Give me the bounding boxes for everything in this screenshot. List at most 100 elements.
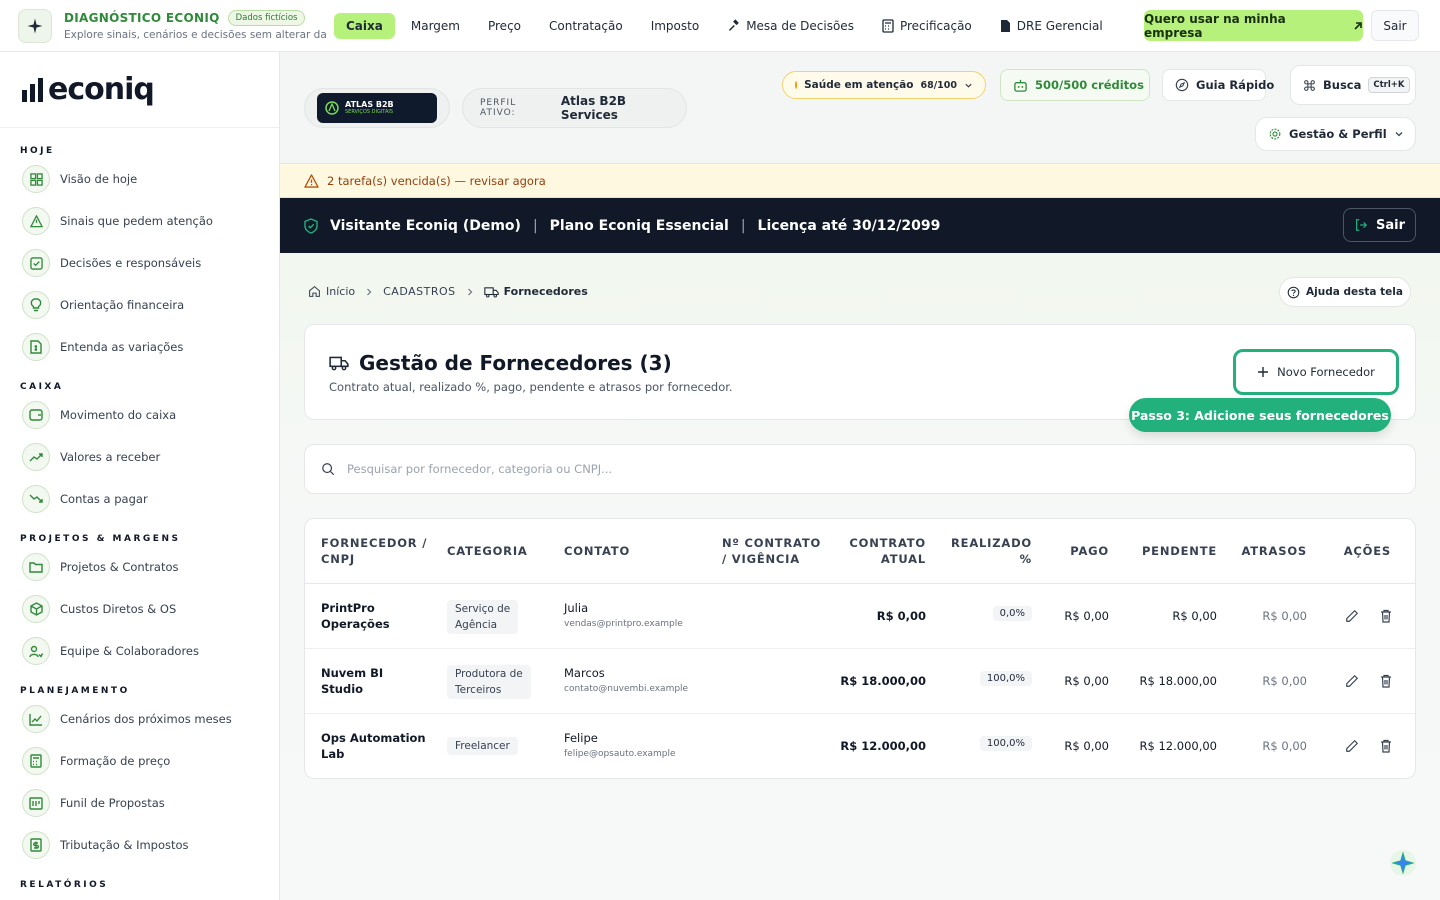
plus-icon	[1257, 366, 1269, 378]
supplier-name[interactable]: Ops Automation Lab	[321, 730, 426, 762]
search-icon	[321, 462, 335, 476]
col-atrasos[interactable]: ATRASOS	[1241, 543, 1307, 559]
col-realizado[interactable]: REALIZADO%	[951, 535, 1032, 567]
new-supplier-button[interactable]: Novo Fornecedor	[1233, 349, 1399, 395]
search-input[interactable]	[347, 462, 1247, 476]
sidebar-item-visao-de-hoje[interactable]: Visão de hoje	[0, 158, 279, 200]
sidebar-item-sinais-que-pedem-atencao[interactable]: Sinais que pedem atenção	[0, 200, 279, 242]
tab-dre-gerencial[interactable]: DRE Gerencial	[988, 13, 1115, 39]
tab-caixa[interactable]: Caixa	[334, 12, 395, 39]
folder-icon	[22, 553, 50, 581]
contact: Felipe felipe@opsauto.example	[564, 731, 676, 759]
pending: R$ 12.000,00	[1139, 739, 1218, 753]
diagnostic-title: DIAGNÓSTICO ECONIQ	[64, 11, 220, 25]
sidebar-item-projetos-contratos[interactable]: Projetos & Contratos	[0, 546, 279, 588]
sidebar-item-decisoes-e-responsaveis[interactable]: Decisões e responsáveis	[0, 242, 279, 284]
breadcrumb-home[interactable]: Início	[308, 285, 355, 298]
tab-imposto[interactable]: Imposto	[639, 13, 712, 39]
sidebar-item-cenarios-dos-proximos-meses[interactable]: Cenários dos próximos meses	[0, 698, 279, 740]
quick-guide-button[interactable]: Guia Rápido	[1162, 69, 1274, 101]
logout-label: Sair	[1375, 217, 1405, 233]
edit-pencil-icon[interactable]	[1343, 737, 1361, 755]
sidebar-section-title: PROJETOS & MARGENS	[20, 534, 181, 544]
gear-icon	[1268, 127, 1282, 141]
tab-contrata-o[interactable]: Contratação	[537, 13, 635, 39]
tab-pre-o[interactable]: Preço	[476, 13, 533, 39]
breadcrumb-section[interactable]: CADASTROS	[383, 285, 456, 298]
edit-pencil-icon[interactable]	[1343, 672, 1361, 690]
sidebar-item-orientacao-financeira[interactable]: Orientação financeira	[0, 284, 279, 326]
tab-margem[interactable]: Margem	[399, 13, 472, 39]
gavel-icon	[727, 19, 740, 32]
delete-trash-icon[interactable]	[1377, 672, 1395, 690]
search-command-button[interactable]: Busca Ctrl+K	[1290, 65, 1416, 105]
health-status-dropdown[interactable]: Saúde em atenção 68/100	[782, 71, 986, 99]
top-logout-button[interactable]: Sair	[1371, 10, 1419, 41]
dollar-doc-icon	[22, 831, 50, 859]
table-row[interactable]: PrintPro Operações Serviço de Agência Julia v…	[305, 584, 1415, 649]
tab-precifica-o[interactable]: Precificação	[870, 13, 984, 39]
health-score: 68/100	[920, 79, 957, 91]
sidebar-item-equipe-colaboradores[interactable]: Equipe & Colaboradores	[0, 630, 279, 672]
tab-mesa-de-decis-es[interactable]: Mesa de Decisões	[715, 13, 866, 39]
main-content: Início CADASTROS Fornecedores Ajuda dest…	[280, 253, 1440, 900]
overdue: R$ 0,00	[1262, 674, 1307, 688]
check-square-icon	[22, 249, 50, 277]
sidebar-item-formacao-de-preco[interactable]: Formação de preço	[0, 740, 279, 782]
sidebar-item-entenda-as-variacoes[interactable]: Entenda as variações	[0, 326, 279, 368]
sidebar-item-valores-a-receber[interactable]: Valores a receber	[0, 436, 279, 478]
table-row[interactable]: Ops Automation Lab Freelancer Felipe felipe@…	[305, 714, 1415, 778]
breadcrumb-current-label: Fornecedores	[503, 285, 588, 298]
license-bar: Visitante Econiq (Demo) | Plano Econiq E…	[280, 198, 1440, 253]
sidebar-item-label: Entenda as variações	[60, 340, 184, 354]
col-contrato-atual[interactable]: CONTRATO ATUAL	[849, 535, 926, 567]
table-row[interactable]: Nuvem BI Studio Produtora de Terceiros Marco…	[305, 649, 1415, 714]
screen-help-button[interactable]: Ajuda desta tela	[1279, 277, 1411, 307]
overdue: R$ 0,00	[1262, 739, 1307, 753]
assistant-sparkle-button[interactable]	[1390, 850, 1416, 876]
logout-button[interactable]: Sair	[1343, 208, 1416, 242]
management-profile-dropdown[interactable]: Gestão & Perfil	[1255, 117, 1416, 151]
col-categoria[interactable]: CATEGORIA	[447, 543, 528, 559]
sidebar-item-label: Movimento do caixa	[60, 408, 177, 422]
grid-icon	[22, 165, 50, 193]
alert-triangle-icon	[22, 207, 50, 235]
col-pago[interactable]: PAGO	[1070, 543, 1109, 559]
sidebar-item-label: Funil de Propostas	[60, 796, 165, 810]
col-contato[interactable]: CONTATO	[564, 543, 630, 559]
sidebar-item-movimento-do-caixa[interactable]: Movimento do caixa	[0, 394, 279, 436]
overdue-tasks-alert[interactable]: 2 tarefa(s) vencida(s) — revisar agora	[280, 164, 1440, 198]
delete-trash-icon[interactable]	[1377, 737, 1395, 755]
sidebar-item-contas-a-pagar[interactable]: Contas a pagar	[0, 478, 279, 520]
supplier-name[interactable]: PrintPro Operações	[321, 600, 390, 632]
sidebar-item-label: Contas a pagar	[60, 492, 148, 506]
tab-label: Imposto	[650, 18, 700, 33]
atlas-mark-icon	[325, 101, 339, 115]
arrow-up-right-icon	[1353, 21, 1363, 31]
shortcut-hint: Ctrl+K	[1368, 77, 1410, 93]
box-icon	[22, 595, 50, 623]
sparkle-icon[interactable]	[18, 8, 52, 43]
supplier-name[interactable]: Nuvem BI Studio	[321, 665, 383, 697]
sidebar-item-tributacao-impostos[interactable]: Tributação & Impostos	[0, 824, 279, 866]
col-pendente[interactable]: PENDENTE	[1142, 543, 1217, 559]
sidebar-item-custos-diretos-os[interactable]: Custos Diretos & OS	[0, 588, 279, 630]
active-profile[interactable]: PERFIL ATIVO: Atlas B2B Services	[462, 88, 687, 128]
shield-check-icon	[304, 217, 318, 234]
tour-step-tooltip[interactable]: Passo 3: Adicione seus fornecedores	[1129, 398, 1391, 432]
credits-button[interactable]: 500/500 créditos	[1000, 69, 1150, 101]
tab-label: Caixa	[346, 18, 383, 33]
col-fornecedor[interactable]: FORNECEDOR / CNPJ	[321, 535, 427, 567]
company-logo-card[interactable]: ATLAS B2B SERVIÇOS DIGITAIS	[304, 88, 450, 128]
use-in-company-button[interactable]: Quero usar na minha empresa	[1144, 10, 1363, 41]
chevron-right-icon	[365, 288, 373, 296]
diagnostic-block: DIAGNÓSTICO ECONIQ Dados fictícios Explo…	[64, 10, 326, 41]
contact: Julia vendas@printpro.example	[564, 601, 683, 629]
help-circle-icon	[1287, 286, 1300, 299]
paid: R$ 0,00	[1064, 674, 1109, 688]
sidebar-item-funil-de-propostas[interactable]: Funil de Propostas	[0, 782, 279, 824]
delete-trash-icon[interactable]	[1377, 607, 1395, 625]
brand-logo[interactable]: econiq	[0, 52, 279, 128]
edit-pencil-icon[interactable]	[1343, 607, 1361, 625]
col-contrato-vigencia[interactable]: Nº CONTRATO / VIGÊNCIA	[722, 535, 821, 567]
